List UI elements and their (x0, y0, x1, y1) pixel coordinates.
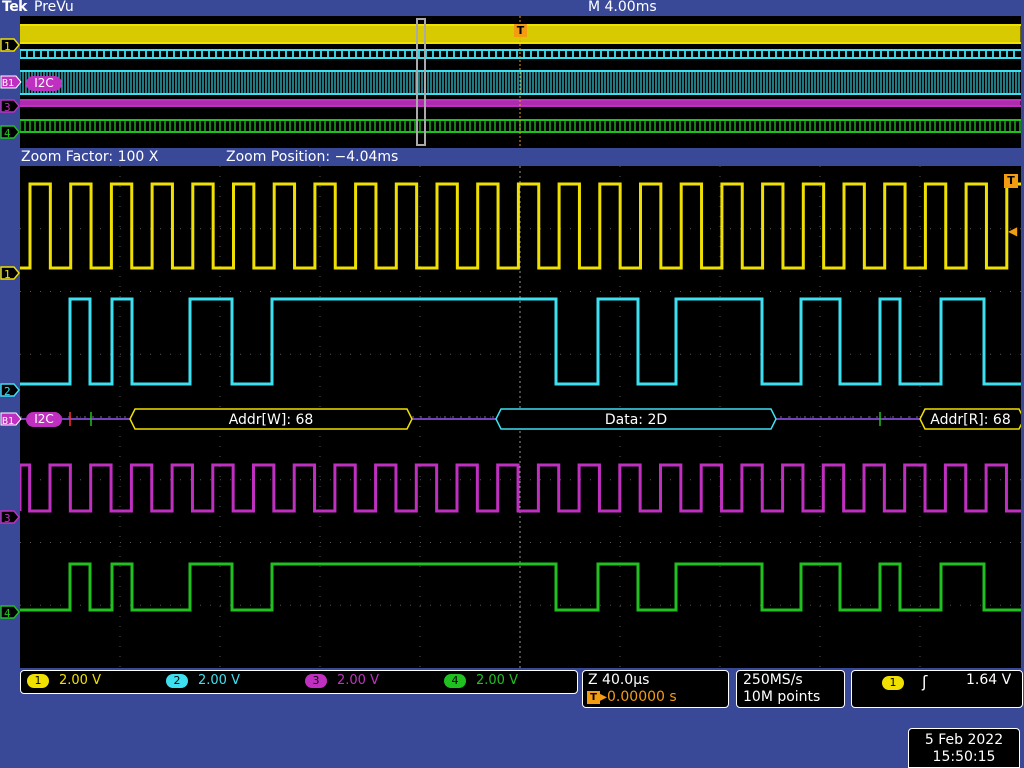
ch3-badge: 3 (305, 673, 327, 688)
ch3-ground-marker: 3 (0, 510, 20, 525)
bus-overview-trace (19, 70, 1021, 95)
date: 5 Feb 2022 (924, 732, 1004, 748)
zoom-window[interactable]: Addr[W]: 68 Data: 2D Addr[R]: 68 (18, 166, 1024, 668)
svg-text:4: 4 (4, 127, 11, 140)
channel-markers: 1 2 B1 3 4 (0, 266, 22, 620)
rising-edge-icon: ʃ (922, 672, 928, 691)
bus-label: I2C (26, 412, 62, 427)
trigger-level: 1.64 V (966, 672, 1012, 688)
overview-bus-label: I2C (26, 76, 62, 91)
svg-text:3: 3 (4, 101, 11, 114)
ch1-badge: 1 (27, 673, 49, 688)
ch4-overview-marker: 4 (0, 125, 20, 140)
ch4-scale: 2.00 V (476, 673, 518, 688)
ch4-badge: 4 (444, 673, 466, 688)
trigger-position-readout: T ▸0.00000 s (587, 689, 677, 705)
svg-text:B1: B1 (2, 416, 14, 427)
ch1-ground-marker: 1 (0, 266, 20, 281)
trigger-readout[interactable]: 1 ʃ 1.64 V (851, 670, 1023, 708)
svg-text:2: 2 (4, 385, 11, 398)
ch2-ground-marker: 2 (0, 383, 20, 398)
zoom-waveforms: Addr[W]: 68 Data: 2D Addr[R]: 68 (18, 166, 1024, 668)
trigger-level-arrow-icon[interactable]: ◀ (1008, 224, 1017, 238)
sample-rate: 250MS/s (743, 672, 803, 688)
main-timebase[interactable]: M 4.00ms (588, 0, 657, 15)
ch3-overview-marker: 3 (0, 99, 20, 114)
tek-logo: Tek (2, 0, 28, 15)
decode-packet-label: Addr[W]: 68 (229, 412, 314, 428)
acquisition-mode: PreVu (34, 0, 74, 15)
date-time: 5 Feb 2022 15:50:15 (908, 728, 1020, 768)
svg-text:1: 1 (4, 268, 11, 281)
decode-packet-label: Addr[R]: 68 (930, 412, 1011, 428)
horizontal-readout[interactable]: Z 40.0µs T ▸0.00000 s (582, 670, 729, 708)
ch3-scale: 2.00 V (337, 673, 379, 688)
record-length: 10M points (743, 689, 821, 705)
svg-text:B1: B1 (2, 78, 14, 89)
ch1-readout[interactable]: 1 2.00 V (27, 672, 101, 690)
ch2-scale: 2.00 V (198, 673, 240, 688)
trigger-offset: ▸0.00000 s (600, 689, 677, 705)
ch1-scale: 2.00 V (59, 673, 101, 688)
ch1-overview-marker: 1 (0, 38, 20, 53)
overview-markers: 1 B1 3 4 (0, 38, 22, 140)
decode-packet-label: Data: 2D (605, 412, 667, 428)
overview-trigger-marker[interactable]: T (514, 24, 527, 37)
trigger-source-badge: 1 (882, 676, 904, 690)
acquisition-readout[interactable]: 250MS/s 10M points (736, 670, 845, 708)
trigger-t-icon: T (587, 690, 600, 704)
zoom-factor[interactable]: Zoom Factor: 100 X (21, 149, 158, 165)
ch3-readout[interactable]: 3 2.00 V (305, 672, 379, 690)
ch2-badge: 2 (166, 673, 188, 688)
ch4-readout[interactable]: 4 2.00 V (444, 672, 518, 690)
svg-text:1: 1 (4, 40, 11, 53)
zoom-scale: Z 40.0µs (588, 672, 650, 688)
bus-overview-marker: B1 (0, 75, 22, 89)
trigger-position-marker[interactable]: T (1004, 174, 1018, 188)
time: 15:50:15 (932, 749, 996, 765)
zoom-position[interactable]: Zoom Position: −4.04ms (226, 149, 398, 165)
ch4-ground-marker: 4 (0, 605, 20, 620)
svg-text:3: 3 (4, 512, 11, 525)
ch2-readout[interactable]: 2 2.00 V (166, 672, 240, 690)
svg-text:4: 4 (4, 607, 11, 620)
bus-marker: B1 (0, 412, 22, 427)
